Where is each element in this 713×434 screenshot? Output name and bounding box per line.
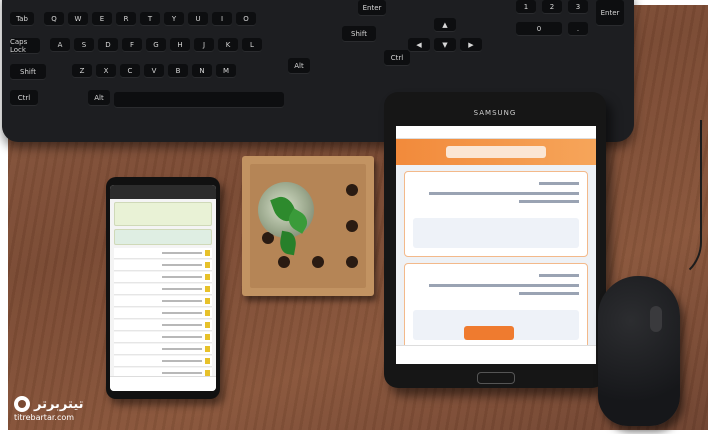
- card-line: [429, 284, 579, 287]
- phone-screen: [110, 185, 216, 391]
- phone-app-header: [110, 185, 216, 199]
- key-num-0: 0: [516, 22, 562, 36]
- list-item: [114, 320, 212, 331]
- logo-icon: [14, 396, 30, 412]
- key-s: S: [74, 38, 94, 52]
- key-arrow-right: ▶: [460, 38, 482, 52]
- holder-hole: [346, 256, 358, 268]
- watermark: تیتربرتر titrebartar.com: [14, 396, 84, 422]
- key-i: I: [212, 12, 232, 26]
- card-line: [539, 274, 579, 277]
- key-d: D: [98, 38, 118, 52]
- phone-info-card: [114, 202, 212, 226]
- tablet-bottom-nav: [396, 345, 596, 364]
- holder-hole: [346, 220, 358, 232]
- tablet-header: [396, 139, 596, 165]
- tablet-home-button: [477, 372, 515, 384]
- card-line: [429, 192, 579, 195]
- key-a: A: [50, 38, 70, 52]
- holder-hole: [346, 184, 358, 196]
- key-v: V: [144, 64, 164, 78]
- tablet: SAMSUNG: [384, 92, 606, 388]
- key-u: U: [188, 12, 208, 26]
- phone-bottom-nav: [110, 376, 216, 391]
- key-ctrl-right: Ctrl: [384, 50, 410, 66]
- key-alt-right: Alt: [288, 58, 310, 74]
- key-y: Y: [164, 12, 184, 26]
- key-tab: Tab: [10, 12, 34, 26]
- key-alt-left: Alt: [88, 90, 110, 106]
- key-c: C: [120, 64, 140, 78]
- key-h: H: [170, 38, 190, 52]
- card-line: [539, 182, 579, 185]
- phone-filter-card: [114, 229, 212, 245]
- key-j: J: [194, 38, 214, 52]
- tablet-title-pill: [446, 146, 546, 158]
- key-m: M: [216, 64, 236, 78]
- key-r: R: [116, 12, 136, 26]
- key-shift-left: Shift: [10, 64, 46, 80]
- list-item: [114, 308, 212, 319]
- list-item: [114, 296, 212, 307]
- mouse-wheel: [650, 306, 662, 332]
- watermark-brand: تیتربرتر: [34, 396, 84, 412]
- holder-hole: [312, 256, 324, 268]
- key-e: E: [92, 12, 112, 26]
- card-line: [519, 292, 579, 295]
- key-g: G: [146, 38, 166, 52]
- key-t: T: [140, 12, 160, 26]
- package-details: [413, 218, 579, 248]
- list-item: [114, 284, 212, 295]
- tablet-screen: [396, 126, 596, 364]
- holder-hole: [278, 256, 290, 268]
- key-k: K: [218, 38, 238, 52]
- key-arrow-up: ▲: [434, 18, 456, 32]
- watermark-url: titrebartar.com: [14, 413, 75, 422]
- key-num-1: 1: [516, 0, 536, 14]
- list-item: [114, 248, 212, 259]
- key-b: B: [168, 64, 188, 78]
- key-q: Q: [44, 12, 64, 26]
- smartphone: [106, 177, 220, 399]
- tablet-brand: SAMSUNG: [473, 109, 517, 117]
- key-o: O: [236, 12, 256, 26]
- key-n: N: [192, 64, 212, 78]
- key-num-enter: Enter: [596, 0, 624, 26]
- key-num-dot: .: [568, 22, 588, 36]
- key-num-3: 3: [568, 0, 588, 14]
- mouse-cable: [640, 120, 702, 282]
- key-w: W: [68, 12, 88, 26]
- list-item: [114, 332, 212, 343]
- key-z: Z: [72, 64, 92, 78]
- key-ctrl-left: Ctrl: [10, 90, 38, 106]
- tablet-action-button: [464, 326, 514, 340]
- card-line: [519, 200, 579, 203]
- photo-frame: Tab Q W E R T Y U I O Caps Lock A S D F …: [0, 0, 713, 434]
- key-l: L: [242, 38, 262, 52]
- key-arrow-left: ◀: [408, 38, 430, 52]
- list-item: [114, 260, 212, 271]
- computer-mouse: [598, 276, 680, 426]
- list-item: [114, 272, 212, 283]
- key-space: [114, 92, 284, 108]
- key-shift-right: Shift: [342, 26, 376, 42]
- key-enter: Enter: [358, 0, 386, 16]
- list-item: [114, 344, 212, 355]
- key-caps-lock: Caps Lock: [10, 38, 40, 54]
- key-num-2: 2: [542, 0, 562, 14]
- key-f: F: [122, 38, 142, 52]
- package-card: [404, 171, 588, 257]
- key-x: X: [96, 64, 116, 78]
- tablet-app-bar: [396, 126, 596, 139]
- list-item: [114, 356, 212, 367]
- key-arrow-down: ▼: [434, 38, 456, 52]
